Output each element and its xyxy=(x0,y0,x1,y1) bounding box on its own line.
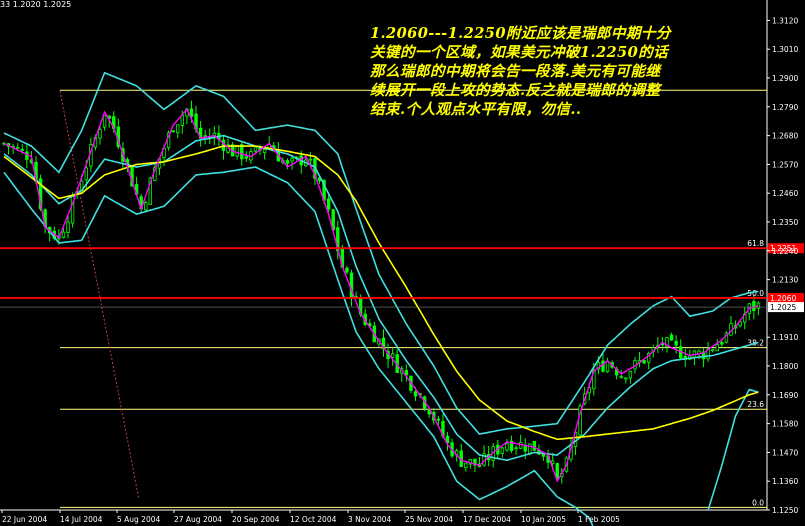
time-tick-label: 22 Jun 2004 xyxy=(2,515,47,524)
candle-body xyxy=(235,144,239,157)
candle-body xyxy=(290,157,294,162)
candle-body xyxy=(189,108,194,117)
candle-body xyxy=(20,148,24,151)
candle-body xyxy=(514,447,518,450)
candle-body xyxy=(413,391,418,397)
candle-body xyxy=(436,418,441,421)
candle-body xyxy=(66,221,70,233)
candle-body xyxy=(555,463,559,479)
time-tick-label: 25 Nov 2004 xyxy=(405,515,453,524)
candle-body xyxy=(605,360,610,373)
price-tick-label: 1.3010 xyxy=(772,45,798,54)
candle-body xyxy=(176,124,180,134)
analyst-annotation: 1.2060---1.2250附近应该是瑞郎中期十分 关键的一个区域，如果美元冲… xyxy=(370,25,671,118)
candle-body xyxy=(601,360,605,372)
candle-body xyxy=(669,334,674,341)
time-tick-label: 14 Jul 2004 xyxy=(60,515,103,524)
time-tick-label: 5 Aug 2004 xyxy=(117,515,160,524)
candle-body xyxy=(532,440,537,451)
candle-body xyxy=(624,377,628,380)
candle-body xyxy=(674,340,678,346)
candle-body xyxy=(262,148,267,154)
time-tick-label: 10 Jan 2005 xyxy=(521,515,566,524)
fib-level-label: 23.6 xyxy=(747,400,764,409)
candle-body xyxy=(715,344,719,352)
price-tick-label: 1.2460 xyxy=(772,189,798,198)
fib-level-label: 0.0 xyxy=(752,498,764,507)
candle-body xyxy=(16,147,20,150)
time-tick-label: 20 Sep 2004 xyxy=(232,515,280,524)
price-tick-label: 1.2130 xyxy=(772,276,798,285)
candle-body xyxy=(285,160,290,164)
price-tick-label: 1.2570 xyxy=(772,160,798,169)
price-tick-label: 1.2900 xyxy=(772,74,798,83)
time-tick-label: 12 Oct 2004 xyxy=(290,515,337,524)
time-tick-label: 1 Feb 2005 xyxy=(578,515,620,524)
candle-body xyxy=(25,151,29,160)
candle-body xyxy=(720,341,724,345)
price-tick-label: 1.1800 xyxy=(772,362,798,371)
candle-body xyxy=(326,198,331,210)
price-tick-label: 1.1580 xyxy=(772,420,798,429)
price-tick-label: 1.1470 xyxy=(772,448,798,457)
price-tick-label: 1.2680 xyxy=(772,132,798,141)
candle-body xyxy=(619,375,623,378)
time-tick-label: 17 Dec 2004 xyxy=(463,515,511,524)
price-tick-label: 1.2790 xyxy=(772,103,798,112)
candle-body xyxy=(144,202,148,211)
price-tick-label: 1.2240 xyxy=(772,247,798,256)
candle-body xyxy=(345,267,349,273)
current-price-label: 1.2025 xyxy=(770,303,796,312)
resistance-price-label: 1.2060 xyxy=(770,294,796,303)
candle-body xyxy=(505,443,509,451)
candle-body xyxy=(642,360,646,364)
time-tick-label: 27 Aug 2004 xyxy=(174,515,222,524)
price-tick-label: 1.1360 xyxy=(772,477,798,486)
time-tick-label: 3 Nov 2004 xyxy=(348,515,391,524)
price-tick-label: 1.1250 xyxy=(772,506,798,515)
chart-header: 33 1.2020 1.2025 xyxy=(0,0,72,9)
candle-body xyxy=(752,301,756,312)
candle-body xyxy=(628,370,633,379)
candle-body xyxy=(244,156,249,159)
candle-body xyxy=(550,460,555,464)
candle-body xyxy=(308,158,313,161)
candle-body xyxy=(84,167,89,181)
price-tick-label: 1.2350 xyxy=(772,218,798,227)
candle-body xyxy=(390,353,395,358)
candle-body xyxy=(541,453,546,457)
candle-body xyxy=(180,115,185,126)
candle-body xyxy=(171,130,175,133)
candle-body xyxy=(253,146,258,152)
candle-body xyxy=(711,349,715,352)
candle-body xyxy=(98,129,102,139)
price-tick-label: 1.1690 xyxy=(772,391,798,400)
fib-level-label: 61.8 xyxy=(747,239,764,248)
candle-body xyxy=(500,447,505,454)
candle-body xyxy=(528,443,532,455)
price-tick-label: 1.3120 xyxy=(772,16,798,25)
candle-body xyxy=(464,462,468,469)
candle-body xyxy=(61,231,66,238)
candle-body xyxy=(102,115,107,128)
price-tick-label: 1.1910 xyxy=(772,333,798,342)
